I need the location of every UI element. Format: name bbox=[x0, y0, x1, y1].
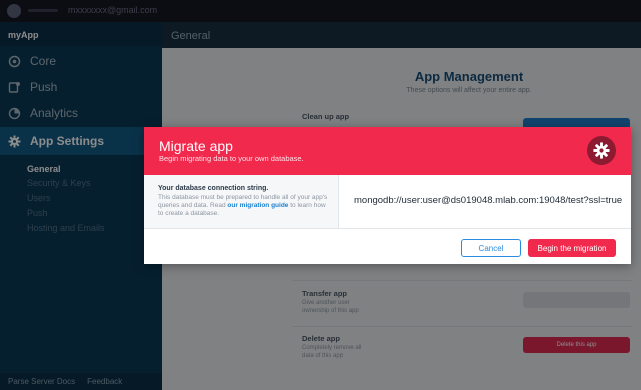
modal-title: Migrate app bbox=[159, 138, 233, 154]
connection-string-help: This database must be prepared to handle… bbox=[158, 194, 330, 218]
cancel-button[interactable]: Cancel bbox=[461, 239, 521, 257]
settings-gear-icon bbox=[587, 136, 616, 165]
begin-migration-button[interactable]: Begin the migration bbox=[528, 239, 616, 257]
migration-guide-link[interactable]: our migration guide bbox=[227, 202, 288, 209]
modal-footer: Cancel Begin the migration bbox=[144, 230, 631, 264]
modal-header: Migrate app Begin migrating data to your… bbox=[144, 127, 631, 175]
modal-subtitle: Begin migrating data to your own databas… bbox=[159, 154, 304, 163]
connection-string-input[interactable]: mongodb://user:user@ds019048.mlab.com:19… bbox=[354, 195, 622, 206]
connection-string-label: Your database connection string. bbox=[158, 185, 269, 192]
migrate-app-modal: Migrate app Begin migrating data to your… bbox=[144, 127, 631, 264]
modal-body: Your database connection string. This da… bbox=[144, 175, 631, 229]
connection-string-label-panel: Your database connection string. This da… bbox=[144, 175, 339, 228]
